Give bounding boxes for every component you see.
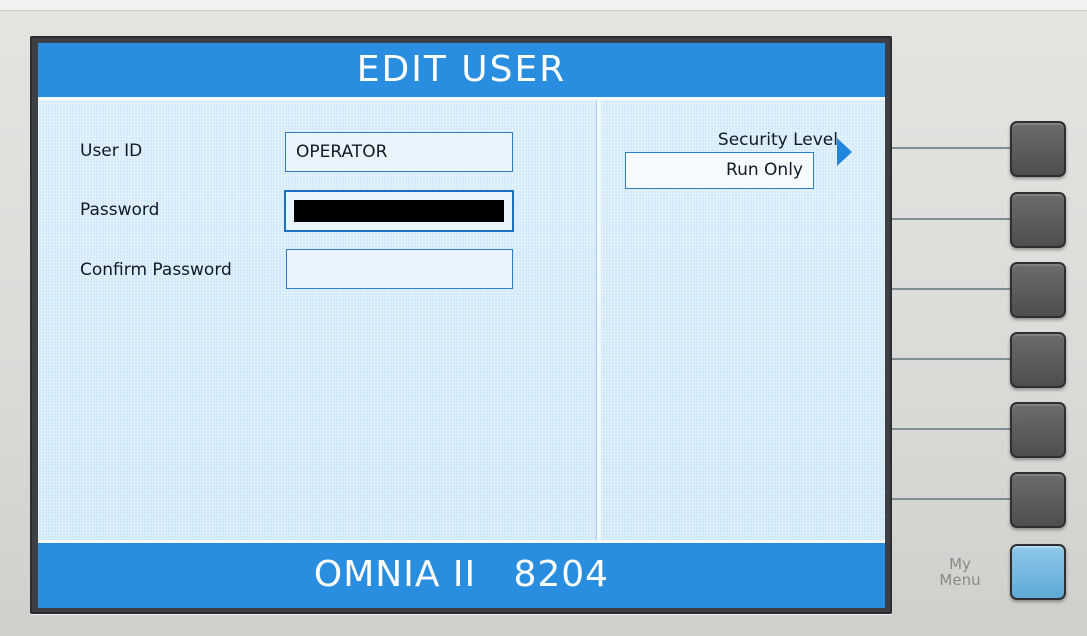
security-level-label: Security Level (717, 130, 838, 150)
my-menu-button[interactable] (1010, 544, 1066, 600)
confirm-password-field[interactable] (286, 249, 513, 289)
title-bar: EDIT USER (38, 43, 885, 100)
my-menu-label-line2: Menu (939, 571, 981, 589)
softkey-3[interactable] (1010, 262, 1066, 318)
lcd-screen: EDIT USER User ID OPERATOR Password Conf… (38, 43, 885, 608)
password-mask (294, 200, 504, 222)
softkey-6[interactable] (1010, 472, 1066, 528)
panel-divider (596, 100, 601, 540)
softkey-4[interactable] (1010, 332, 1066, 388)
footer-bar: OMNIA II 8204 (38, 540, 885, 608)
model-name: OMNIA II 8204 (313, 554, 610, 595)
softkey-1[interactable] (1010, 121, 1066, 177)
lcd-background (38, 43, 885, 608)
my-menu-label: My Menu (930, 556, 990, 588)
password-field[interactable] (284, 190, 514, 232)
softkey-2-line (892, 218, 1012, 220)
softkey-6-line (892, 498, 1012, 500)
security-level-value[interactable]: Run Only (625, 152, 814, 189)
password-label: Password (80, 200, 160, 220)
softkey-1-line (892, 147, 1012, 149)
softkey-5-line (892, 428, 1012, 430)
triangle-right-icon[interactable] (837, 138, 852, 166)
softkey-3-line (892, 288, 1012, 290)
softkey-2[interactable] (1010, 192, 1066, 248)
bezel-top-edge (0, 0, 1087, 11)
confirm-password-label: Confirm Password (80, 260, 232, 280)
softkey-5[interactable] (1010, 402, 1066, 458)
softkey-4-line (892, 358, 1012, 360)
user-id-label: User ID (80, 141, 143, 161)
my-menu-label-line1: My (949, 555, 971, 573)
screen-title: EDIT USER (356, 49, 567, 90)
user-id-field[interactable]: OPERATOR (285, 132, 513, 172)
